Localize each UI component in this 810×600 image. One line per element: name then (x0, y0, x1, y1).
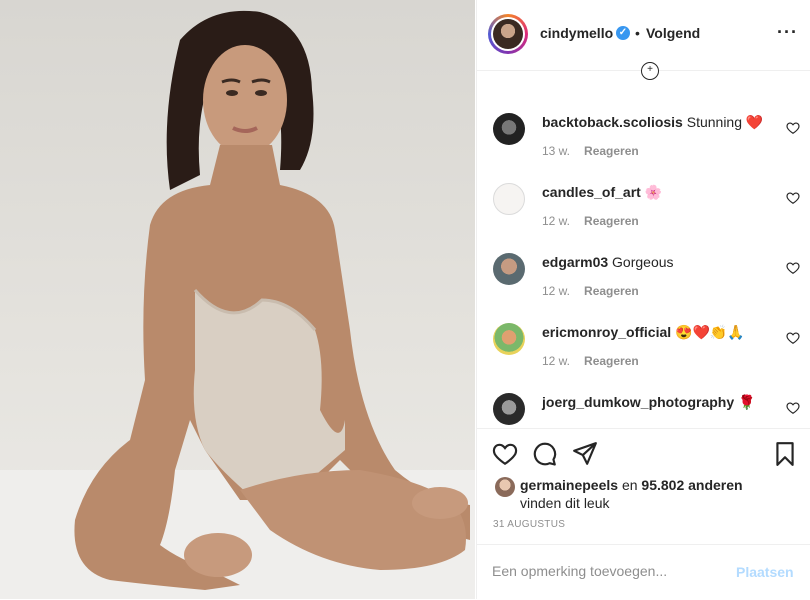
post-photo-illustration (0, 10, 475, 599)
comment-body: Stunning ❤️ (686, 114, 764, 130)
comments-list: backtoback.scoliosis Stunning ❤️ 13 w. Re… (477, 80, 810, 428)
like-comment-heart-icon[interactable] (786, 401, 800, 415)
like-comment-heart-icon[interactable] (786, 191, 800, 205)
like-comment-heart-icon[interactable] (786, 331, 800, 345)
comment-item: joerg_dumkow_photography 🌹 (477, 360, 810, 428)
commenter-avatar[interactable] (493, 253, 525, 285)
post-actions: germainepeels en 95.802 anderen vinden d… (477, 428, 810, 599)
comment-item: ericmonroy_official 😍❤️👏🙏 12 w. Reageren (477, 290, 810, 368)
post-photo[interactable] (0, 0, 475, 599)
commenter-avatar[interactable] (493, 113, 525, 145)
like-heart-icon[interactable] (492, 441, 518, 467)
comment-bubble-icon[interactable] (532, 441, 558, 467)
author-avatar[interactable] (488, 14, 528, 54)
avatar-image (493, 19, 523, 49)
comment-body: 🌹 (738, 394, 756, 410)
follow-status-button[interactable]: Volgend (646, 25, 700, 41)
comment-text: ericmonroy_official 😍❤️👏🙏 (542, 324, 772, 341)
likes-summary: germainepeels en 95.802 anderen vinden d… (520, 476, 800, 512)
post-side-panel: cindymello ✓ • Volgend ··· + backtoback.… (476, 0, 810, 599)
comment-text: joerg_dumkow_photography 🌹 (542, 394, 772, 411)
likes-connector: en (621, 477, 638, 493)
more-dots-icon[interactable]: ··· (777, 22, 798, 43)
comment-text: edgarm03 Gorgeous (542, 254, 772, 270)
comment-body: 🌸 (644, 184, 663, 200)
load-more-comments-icon[interactable]: + (641, 62, 659, 80)
post-comment-button[interactable]: Plaatsen (736, 564, 794, 580)
comment-input[interactable] (492, 563, 712, 579)
add-comment-bar: Plaatsen (477, 544, 810, 600)
comment-item: edgarm03 Gorgeous 12 w. Reageren (477, 220, 810, 298)
avatar-inner (491, 17, 525, 51)
share-paper-plane-icon[interactable] (572, 441, 598, 467)
liker-username[interactable]: germainepeels (520, 477, 618, 493)
commenter-username[interactable]: candles_of_art (542, 184, 641, 200)
commenter-username[interactable]: edgarm03 (542, 254, 608, 270)
commenter-avatar[interactable] (493, 183, 525, 215)
commenter-username[interactable]: ericmonroy_official (542, 324, 671, 340)
save-bookmark-icon[interactable] (772, 441, 798, 467)
like-comment-heart-icon[interactable] (786, 121, 800, 135)
comment-body: Gorgeous (612, 254, 674, 270)
instagram-post: cindymello ✓ • Volgend ··· + backtoback.… (0, 0, 810, 599)
comment-item: backtoback.scoliosis Stunning ❤️ 13 w. Re… (477, 80, 810, 158)
commenter-avatar[interactable] (493, 393, 525, 425)
comment-text: candles_of_art 🌸 (542, 184, 772, 201)
author-username[interactable]: cindymello (540, 25, 613, 41)
likes-suffix: vinden dit leuk (520, 495, 610, 511)
verified-badge-icon: ✓ (616, 26, 630, 40)
post-header: cindymello ✓ • Volgend ··· (477, 0, 810, 71)
comment-text: backtoback.scoliosis Stunning ❤️ (542, 114, 772, 131)
liker-avatar[interactable] (495, 477, 515, 497)
comment-body: 😍❤️👏🙏 (675, 324, 745, 340)
comment-item: candles_of_art 🌸 12 w. Reageren (477, 150, 810, 228)
commenter-username[interactable]: backtoback.scoliosis (542, 114, 683, 130)
commenter-avatar[interactable] (493, 323, 525, 355)
commenter-username[interactable]: joerg_dumkow_photography (542, 394, 734, 410)
header-separator: • (635, 25, 640, 41)
likes-count[interactable]: 95.802 anderen (641, 477, 742, 493)
like-comment-heart-icon[interactable] (786, 261, 800, 275)
post-date[interactable]: 31 AUGUSTUS (493, 519, 565, 530)
